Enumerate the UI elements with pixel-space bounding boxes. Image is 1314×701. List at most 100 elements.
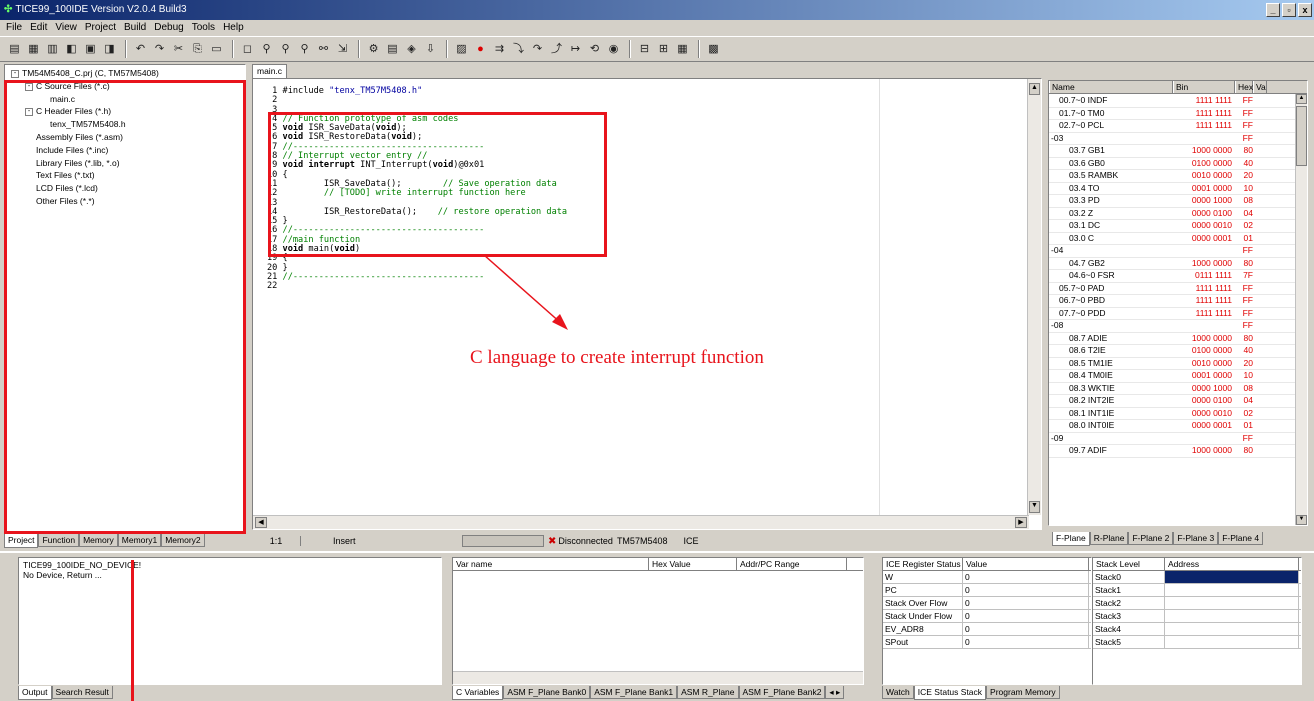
tab-asm-f-plane-bank2[interactable]: ASM F_Plane Bank2 <box>738 686 826 699</box>
minimize-button[interactable]: _ <box>1266 3 1280 17</box>
register-row[interactable]: 03.2 Z 0000 0100 04 <box>1049 208 1295 220</box>
open-folder-icon[interactable]: ▦ <box>25 41 42 57</box>
register-row[interactable]: 03.4 TO 0001 0000 10 <box>1049 183 1295 195</box>
register-row[interactable]: 01.7~0 TM0 1111 1111 FF <box>1049 108 1295 120</box>
scroll-up-icon[interactable]: ▲ <box>1029 83 1040 95</box>
ice-row[interactable]: W0 <box>883 571 1091 584</box>
editor-vertical-scrollbar[interactable]: ▲ ▼ <box>1027 79 1041 515</box>
layout-icon[interactable]: ▩ <box>705 41 722 57</box>
register-row[interactable]: 04.6~0 FSR 0111 1111 7F <box>1049 270 1295 283</box>
scroll-left-icon[interactable]: ◀ <box>255 517 267 528</box>
tab-main-c[interactable]: main.c <box>252 64 288 78</box>
register-row[interactable]: 03.5 RAMBK 0010 0000 20 <box>1049 170 1295 183</box>
step-into-icon[interactable]: ⤵ <box>510 41 527 57</box>
col-hex[interactable]: Hex <box>1235 81 1253 93</box>
col-ice-register[interactable]: ICE Register Status <box>883 558 963 570</box>
tab-memory1[interactable]: Memory1 <box>117 534 162 547</box>
tab-watch[interactable]: Watch <box>882 686 914 699</box>
ice-row[interactable]: SPout 0 <box>883 636 1091 649</box>
variables-scrollbar[interactable] <box>453 671 863 684</box>
watch-icon[interactable]: ⊟ <box>636 41 653 57</box>
menu-project[interactable]: Project <box>81 20 120 36</box>
download-icon[interactable]: ⇩ <box>422 41 439 57</box>
ice-row[interactable]: PC 0 <box>883 584 1091 597</box>
open-project-icon[interactable]: ▥ <box>44 41 61 57</box>
cut-icon[interactable]: ✂ <box>170 41 187 57</box>
register-row[interactable]: 03.1 DC 0000 0010 02 <box>1049 220 1295 233</box>
tab-c-variables[interactable]: C Variables <box>452 686 504 700</box>
ice-row[interactable]: Stack Under Flow 0 <box>883 610 1091 623</box>
stack-row[interactable]: Stack1 <box>1093 584 1301 597</box>
paste-icon[interactable]: ▭ <box>208 41 225 57</box>
col-stack-address[interactable]: Address <box>1165 558 1299 570</box>
register-row[interactable]: 08.4 TM0IE 0001 0000 10 <box>1049 370 1295 383</box>
menu-build[interactable]: Build <box>120 20 150 36</box>
register-row[interactable]: 08.3 WKTIE 0000 1000 08 <box>1049 383 1295 395</box>
goto-icon[interactable]: ⇲ <box>334 41 351 57</box>
register-row[interactable]: 05.7~0 PAD 1111 1111 FF <box>1049 283 1295 295</box>
register-row[interactable]: -09 FF <box>1049 433 1295 445</box>
tab-f-plane3[interactable]: F-Plane 3 <box>1173 532 1219 545</box>
register-row[interactable]: 07.7~0 PDD 1111 1111 FF <box>1049 308 1295 320</box>
find-icon[interactable]: ⚲ <box>258 41 275 57</box>
menu-tools[interactable]: Tools <box>188 20 219 36</box>
register-row[interactable]: 02.7~0 PCL 1111 1111 FF <box>1049 120 1295 133</box>
run-icon[interactable]: ⇉ <box>491 41 508 57</box>
tab-program-memory[interactable]: Program Memory <box>986 686 1060 699</box>
clear-icon[interactable]: ◻ <box>239 41 256 57</box>
scroll-down-icon[interactable]: ▼ <box>1029 501 1040 513</box>
stack-row[interactable]: Stack2 <box>1093 597 1301 610</box>
reg-scroll-up-icon[interactable]: ▲ <box>1296 94 1307 104</box>
tab-search-result[interactable]: Search Result <box>51 686 113 699</box>
register-row[interactable]: 08.6 T2IE 0100 0000 40 <box>1049 345 1295 358</box>
tab-ice-status-stack[interactable]: ICE Status Stack <box>913 686 987 700</box>
register-row[interactable]: 03.6 GB0 0100 0000 40 <box>1049 158 1295 170</box>
tab-asm-f-plane-bank0[interactable]: ASM F_Plane Bank0 <box>503 686 591 699</box>
tab-function[interactable]: Function <box>38 534 80 547</box>
stack-row[interactable]: Stack5 <box>1093 636 1301 649</box>
tab-output[interactable]: Output <box>18 686 52 700</box>
register-row[interactable]: 08.5 TM1IE 0010 0000 20 <box>1049 358 1295 370</box>
register-row[interactable]: -04 FF <box>1049 245 1295 258</box>
register-vertical-scrollbar[interactable]: ▲ ▼ <box>1295 94 1307 525</box>
reg-scroll-down-icon[interactable]: ▼ <box>1296 515 1307 525</box>
register-row[interactable]: 04.7 GB2 1000 0000 80 <box>1049 258 1295 270</box>
col-var-name[interactable]: Var name <box>453 558 649 570</box>
tab-r-plane[interactable]: R-Plane <box>1089 532 1129 545</box>
register-row[interactable]: 00.7~0 INDF 1111 1111 FF <box>1049 95 1295 108</box>
ice-row[interactable]: Stack Over Flow 0 <box>883 597 1091 610</box>
col-ice-value[interactable]: Value <box>963 558 1089 570</box>
menu-help[interactable]: Help <box>219 20 248 36</box>
register-row[interactable]: 08.7 ADIE 1000 0000 80 <box>1049 333 1295 345</box>
menu-edit[interactable]: Edit <box>26 20 51 36</box>
stack-row[interactable]: Stack3 <box>1093 610 1301 623</box>
tab-memory2[interactable]: Memory2 <box>161 534 205 547</box>
col-bin[interactable]: Bin <box>1173 81 1235 93</box>
register-row[interactable]: 03.3 PD 0000 1000 08 <box>1049 195 1295 208</box>
tab-asm-f-plane-bank1[interactable]: ASM F_Plane Bank1 <box>590 686 678 699</box>
register-row[interactable]: 08.2 INT2IE 0000 0100 04 <box>1049 395 1295 408</box>
tab-f-plane[interactable]: F-Plane <box>1052 532 1090 546</box>
find-next-icon[interactable]: ⚲ <box>277 41 294 57</box>
editor-horizontal-scrollbar[interactable]: ◀ ▶ <box>253 515 1029 529</box>
menu-debug[interactable]: Debug <box>150 20 187 36</box>
register-row[interactable]: 06.7~0 PBD 1111 1111 FF <box>1049 295 1295 308</box>
maximize-button[interactable]: ▫ <box>1282 3 1296 17</box>
build-icon[interactable]: ▤ <box>384 41 401 57</box>
stack-row[interactable]: Stack4 <box>1093 623 1301 636</box>
step-over-icon[interactable]: ↷ <box>529 41 546 57</box>
replace-icon[interactable]: ⚯ <box>315 41 332 57</box>
register-row[interactable]: -08 FF <box>1049 320 1295 333</box>
scroll-right-icon[interactable]: ▶ <box>1015 517 1027 528</box>
save-icon[interactable]: ▣ <box>82 41 99 57</box>
register-row[interactable]: -03 FF <box>1049 133 1295 145</box>
ice-icon[interactable]: ▨ <box>453 41 470 57</box>
redo-icon[interactable]: ↷ <box>151 41 168 57</box>
col-name[interactable]: Name <box>1049 81 1173 93</box>
ice-row[interactable]: EV_ADR8 0 <box>883 623 1091 636</box>
close-icon[interactable]: ◧ <box>63 41 80 57</box>
save-all-icon[interactable]: ◨ <box>101 41 118 57</box>
register-row[interactable]: 08.1 INT1IE 0000 0010 02 <box>1049 408 1295 420</box>
col-addr-range[interactable]: Addr/PC Range <box>737 558 847 570</box>
compile-icon[interactable]: ⚙ <box>365 41 382 57</box>
